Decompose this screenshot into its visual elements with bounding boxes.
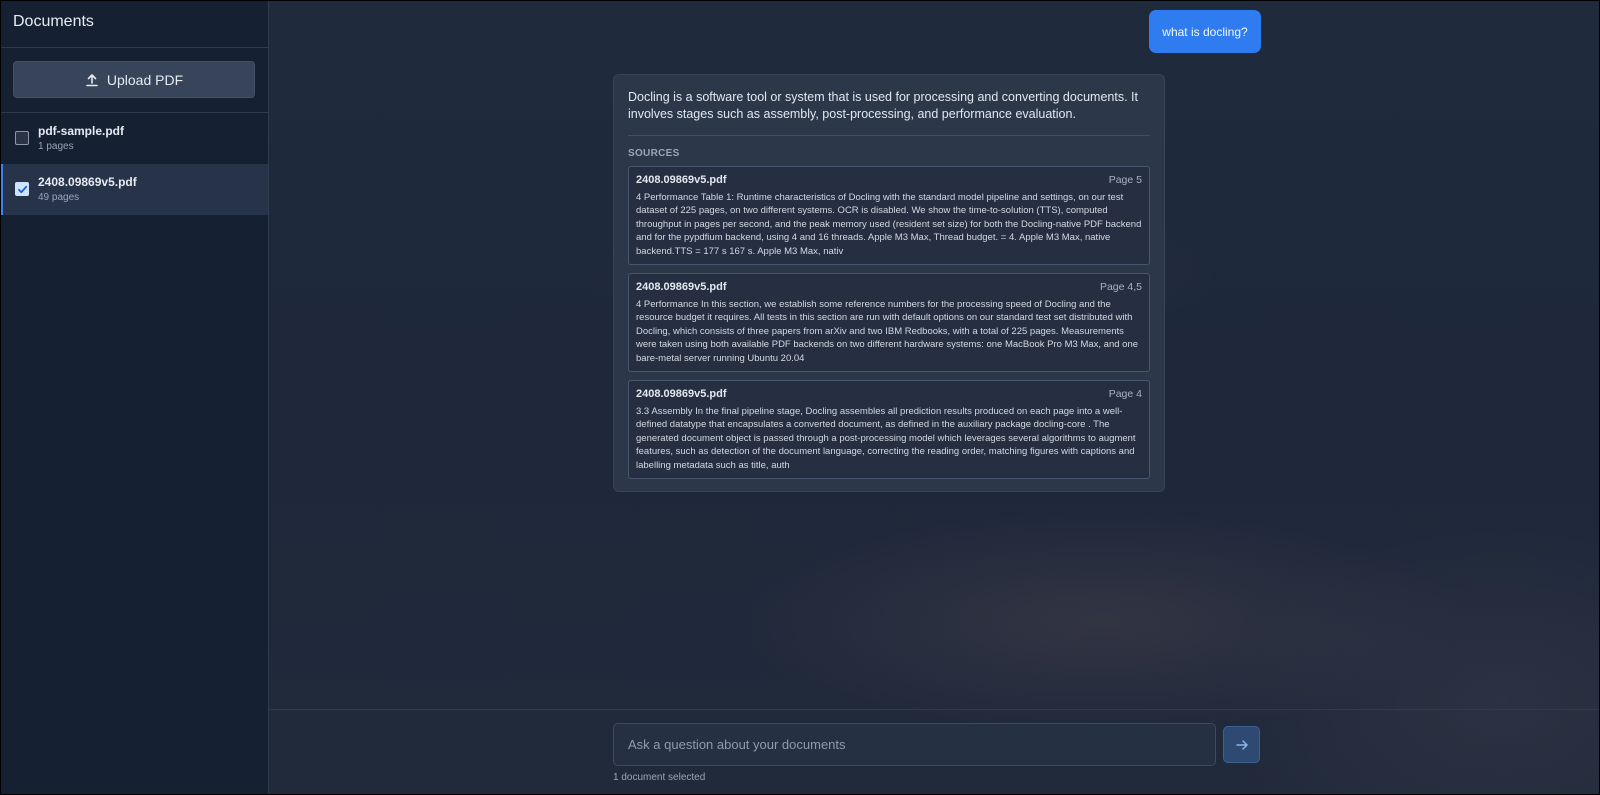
source-excerpt: 3.3 Assembly In the final pipeline stage…	[636, 406, 1136, 471]
source-card: 2408.09869v5.pdf Page 5 4 Performance Ta…	[628, 166, 1150, 265]
document-checkbox-checked[interactable]	[15, 182, 29, 196]
document-name: pdf-sample.pdf	[38, 124, 124, 138]
source-card: 2408.09869v5.pdf Page 4 3.3 Assembly In …	[628, 380, 1150, 479]
source-page: Page 4	[1108, 388, 1142, 400]
upload-pdf-label: Upload PDF	[106, 71, 184, 88]
source-header: 2408.09869v5.pdf Page 4,5	[636, 281, 1142, 293]
source-filename: 2408.09869v5.pdf	[636, 388, 727, 400]
document-checkbox[interactable]	[15, 131, 29, 145]
document-item-pdf-sample[interactable]: pdf-sample.pdf 1 pages	[1, 113, 268, 164]
upload-pdf-button[interactable]: Upload PDF	[13, 61, 255, 98]
upload-section: Upload PDF	[1, 48, 268, 113]
source-page: Page 5	[1108, 174, 1142, 186]
sidebar-title: Documents	[13, 13, 94, 30]
source-page: Page 4,5	[1099, 281, 1142, 293]
source-header: 2408.09869v5.pdf Page 4	[636, 388, 1142, 400]
user-message-bubble: what is docling?	[1149, 10, 1261, 53]
source-filename: 2408.09869v5.pdf	[636, 174, 727, 186]
sources-heading: SOURCES	[628, 148, 680, 159]
composer-divider	[269, 709, 1599, 710]
divider	[628, 135, 1150, 136]
selection-status: 1 document selected	[613, 772, 706, 783]
document-info: pdf-sample.pdf 1 pages	[38, 121, 124, 152]
sidebar: Documents Upload PDF pdf-sample.pdf 1 pa…	[1, 1, 269, 794]
app-window: Documents Upload PDF pdf-sample.pdf 1 pa…	[0, 0, 1600, 795]
question-input[interactable]	[613, 723, 1216, 766]
source-excerpt: 4 Performance Table 1: Runtime character…	[636, 192, 1142, 257]
document-page-count: 49 pages	[38, 192, 80, 203]
source-card: 2408.09869v5.pdf Page 4,5 4 Performance …	[628, 273, 1150, 372]
source-filename: 2408.09869v5.pdf	[636, 281, 727, 293]
sources-list: 2408.09869v5.pdf Page 5 4 Performance Ta…	[628, 166, 1150, 479]
upload-icon	[85, 73, 99, 87]
assistant-answer-card: Docling is a software tool or system tha…	[613, 74, 1165, 492]
arrow-right-icon	[1235, 739, 1248, 750]
assistant-answer-text: Docling is a software tool or system tha…	[628, 90, 1138, 121]
check-icon	[17, 185, 27, 193]
document-item-2408-09869v5[interactable]: 2408.09869v5.pdf 49 pages	[1, 164, 268, 215]
user-message-text: what is docling?	[1162, 24, 1248, 39]
source-excerpt: 4 Performance In this section, we establ…	[636, 299, 1139, 364]
source-header: 2408.09869v5.pdf Page 5	[636, 174, 1142, 186]
document-info: 2408.09869v5.pdf 49 pages	[38, 172, 137, 203]
document-page-count: 1 pages	[38, 141, 74, 152]
send-button[interactable]	[1223, 726, 1260, 763]
sidebar-header: Documents	[1, 1, 268, 48]
document-name: 2408.09869v5.pdf	[38, 175, 137, 189]
